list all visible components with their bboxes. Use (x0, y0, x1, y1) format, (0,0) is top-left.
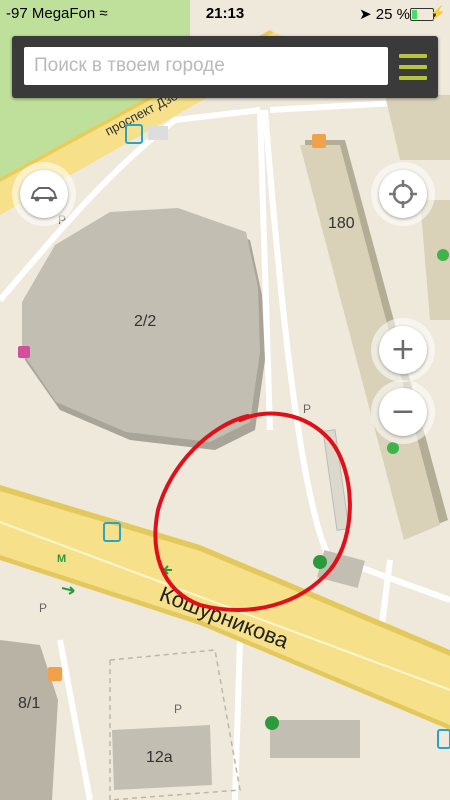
pin-icon[interactable] (437, 249, 449, 261)
search-input[interactable] (24, 47, 388, 85)
minus-icon: − (379, 388, 427, 436)
plus-icon: + (379, 326, 427, 374)
menu-button[interactable] (396, 50, 430, 84)
building-label-12a: 12а (146, 749, 173, 766)
crosshair-icon (379, 170, 427, 218)
metro-icon[interactable] (265, 716, 279, 730)
building-label-180: 180 (328, 215, 355, 232)
parking-label: P (303, 402, 311, 416)
building-label-8-1: 8/1 (18, 695, 40, 712)
search-bar (12, 36, 438, 98)
pin-icon[interactable] (387, 442, 399, 454)
building-label-mall: 2/2 (134, 313, 156, 330)
battery-percent: 25 % (375, 6, 410, 23)
zoom-in-button[interactable]: + (371, 318, 435, 382)
restaurant-icon[interactable] (48, 667, 62, 681)
parking-label: P (174, 702, 182, 716)
locate-me-button[interactable] (371, 162, 435, 226)
status-bar: -97 MegaFon ≈ 21:13 ➤ 25 % ⚡ (0, 0, 450, 28)
zoom-out-button[interactable]: − (371, 380, 435, 444)
metro-icon: М (57, 553, 66, 565)
shop-icon[interactable] (18, 346, 30, 358)
parking-label: P (39, 601, 47, 615)
charging-icon: ⚡ (429, 5, 446, 20)
location-arrow-icon: ➤ (359, 6, 372, 23)
traffic-button[interactable] (12, 162, 76, 226)
car-icon (20, 170, 68, 218)
restaurant-icon[interactable] (312, 134, 326, 148)
building-small-bottom (270, 720, 360, 758)
metro-icon[interactable] (313, 555, 327, 569)
